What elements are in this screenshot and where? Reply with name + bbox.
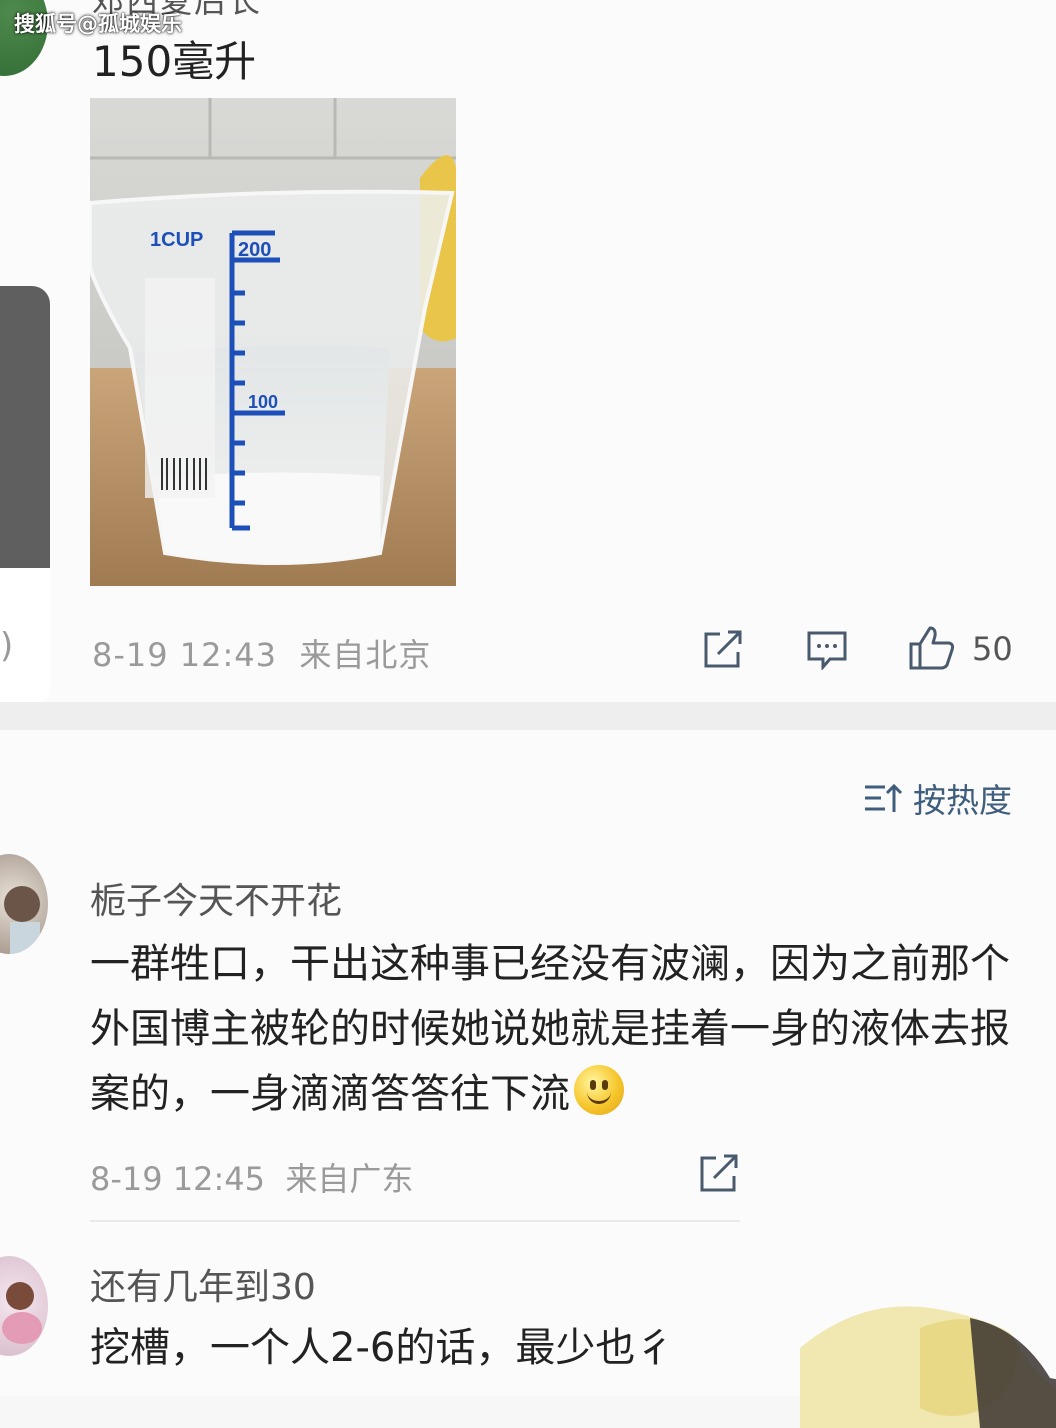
side-panel-image [0, 286, 50, 568]
comment-text: 挖槽，一个人2-6的话，最少也彳 [90, 1325, 676, 1371]
avatar-image [2, 1282, 42, 1344]
avatar-image [4, 886, 40, 954]
comment-avatar[interactable] [0, 1256, 48, 1356]
post-location: 来自北京 [299, 636, 432, 674]
comment-location: 来自广东 [285, 1160, 414, 1198]
decorative-sticker [800, 1306, 1056, 1428]
section-divider [0, 702, 1056, 730]
post-time: 8-19 12:43 [92, 636, 278, 674]
mark-100: 100 [248, 392, 278, 412]
comment-time: 8-19 12:45 [90, 1160, 266, 1198]
sort-icon [865, 783, 903, 812]
like-count: 50 [972, 630, 1013, 668]
watermark: 搜狐号@孤城娱乐 [14, 12, 182, 36]
comment-author[interactable]: 栀子今天不开花 [90, 872, 342, 924]
share-icon[interactable] [702, 630, 744, 670]
post-photo[interactable]: 1CUP 200 100 [90, 98, 456, 586]
comment-avatar[interactable] [0, 854, 48, 954]
cup-label: 1CUP [150, 229, 203, 251]
side-panel[interactable]: ) [0, 286, 50, 706]
comment-icon[interactable] [806, 630, 848, 670]
share-icon[interactable] [698, 1154, 740, 1194]
comment-meta: 8-19 12:45 来自广东 [90, 1154, 413, 1200]
sort-label: 按热度 [913, 781, 1012, 820]
sort-button[interactable]: 按热度 [863, 774, 1012, 822]
post-card: 搜狐号@孤城娱乐 邓西夏后长 150毫升 1CUP 200 100 8-19 1… [0, 0, 1056, 702]
comment-separator [90, 1220, 740, 1222]
like-icon[interactable] [908, 625, 956, 671]
mark-200: 200 [238, 239, 271, 261]
measuring-cup-image: 1CUP 200 100 [90, 98, 456, 586]
post-meta: 8-19 12:43 来自北京 [92, 630, 431, 676]
comment-author[interactable]: 还有几年到30 [90, 1258, 316, 1310]
side-panel-glyph: ) [0, 626, 14, 666]
comment-text: 一群牲口，干出这种事已经没有波澜，因为之前那个外国博主被轮的时候她说她就是挂着一… [90, 932, 1020, 1127]
smiley-emoji [574, 1065, 624, 1115]
comment-body: 一群牲口，干出这种事已经没有波澜，因为之前那个外国博主被轮的时候她说她就是挂着一… [90, 941, 1010, 1117]
